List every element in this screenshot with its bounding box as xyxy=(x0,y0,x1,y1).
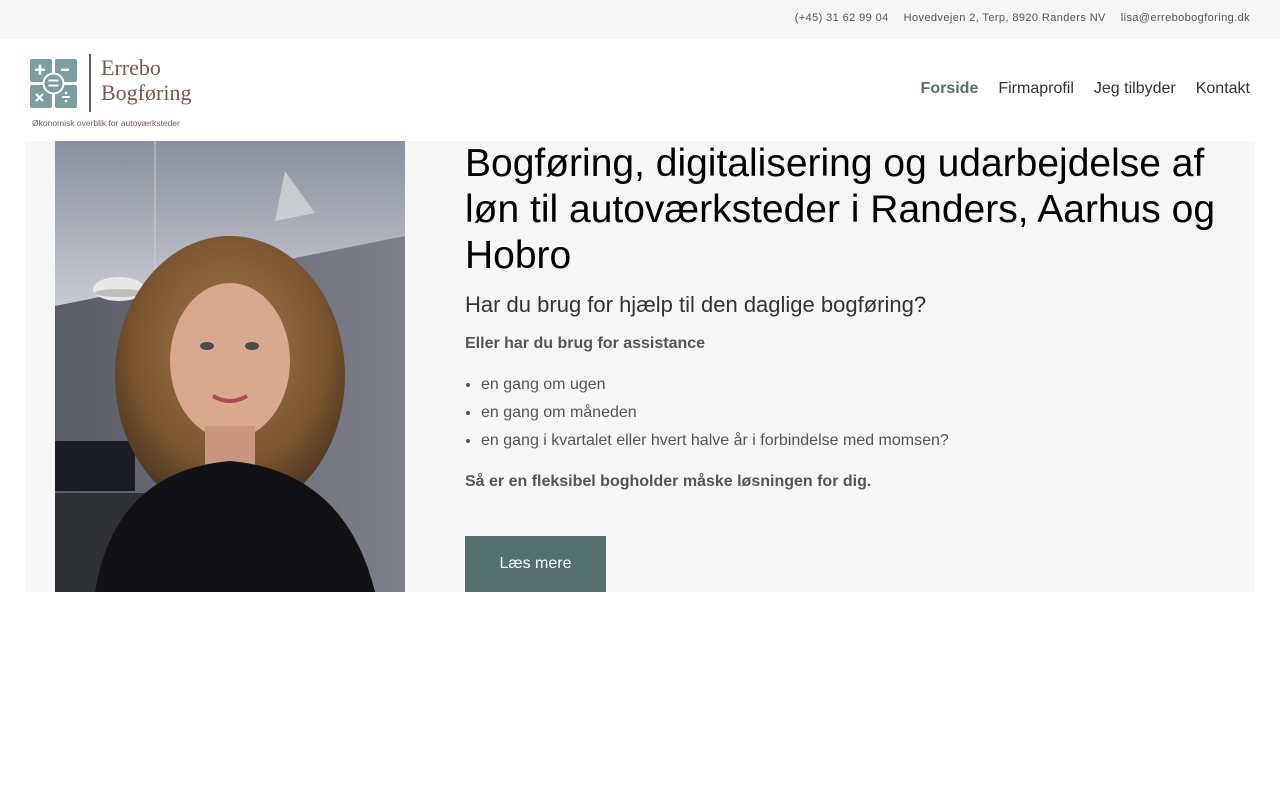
closing-text: Så er en fleksibel bogholder måske løsni… xyxy=(465,473,872,490)
site-header: Errebo Bogføring Økonomisk overblik for … xyxy=(0,39,1280,141)
portrait-photo xyxy=(55,141,405,592)
portrait-image xyxy=(55,141,405,592)
main-nav: Forside Firmaprofil Jeg tilbyder Kontakt xyxy=(921,80,1250,98)
page-title: Bogføring, digitalisering og udarbejdels… xyxy=(465,142,1216,277)
logo-line2: Bogføring xyxy=(101,80,192,105)
nav-item-kontakt[interactable]: Kontakt xyxy=(1196,80,1250,98)
hero-section: Bogføring, digitalisering og udarbejdels… xyxy=(25,141,1255,592)
address-text: Hovedvejen 2, Terp, 8920 Randers NV xyxy=(903,12,1106,24)
logo-divider xyxy=(89,54,91,112)
hero-content: Bogføring, digitalisering og udarbejdels… xyxy=(465,141,1235,491)
contact-info: (+45) 31 62 99 04 Hovedvejen 2, Terp, 89… xyxy=(795,12,1250,24)
hero-subtitle: Har du brug for hjælp til den daglige bo… xyxy=(465,292,927,317)
nav-item-firmaprofil[interactable]: Firmaprofil xyxy=(998,80,1074,98)
logo-line1: Errebo xyxy=(101,55,161,80)
list-item: en gang om måneden xyxy=(481,399,1235,427)
list-item: en gang om ugen xyxy=(481,371,1235,399)
top-info-bar: (+45) 31 62 99 04 Hovedvejen 2, Terp, 89… xyxy=(0,0,1280,39)
read-more-button[interactable]: Læs mere xyxy=(465,536,606,592)
nav-item-forside[interactable]: Forside xyxy=(921,80,979,98)
logo-tagline: Økonomisk overblik for autoværksteder xyxy=(32,118,180,128)
site-logo[interactable]: Errebo Bogføring Økonomisk overblik for … xyxy=(30,54,220,129)
phone-link[interactable]: (+45) 31 62 99 04 xyxy=(795,12,889,24)
calculator-icon xyxy=(30,59,77,108)
nav-item-jeg-tilbyder[interactable]: Jeg tilbyder xyxy=(1094,80,1176,98)
frequency-list: en gang om ugen en gang om måneden en ga… xyxy=(465,371,1235,455)
intro-text: Eller har du brug for assistance xyxy=(465,335,706,352)
email-link[interactable]: lisa@errebobogforing.dk xyxy=(1121,12,1250,24)
logo-wordmark: Errebo Bogføring xyxy=(101,55,191,105)
list-item: en gang i kvartalet eller hvert halve år… xyxy=(481,427,1235,455)
